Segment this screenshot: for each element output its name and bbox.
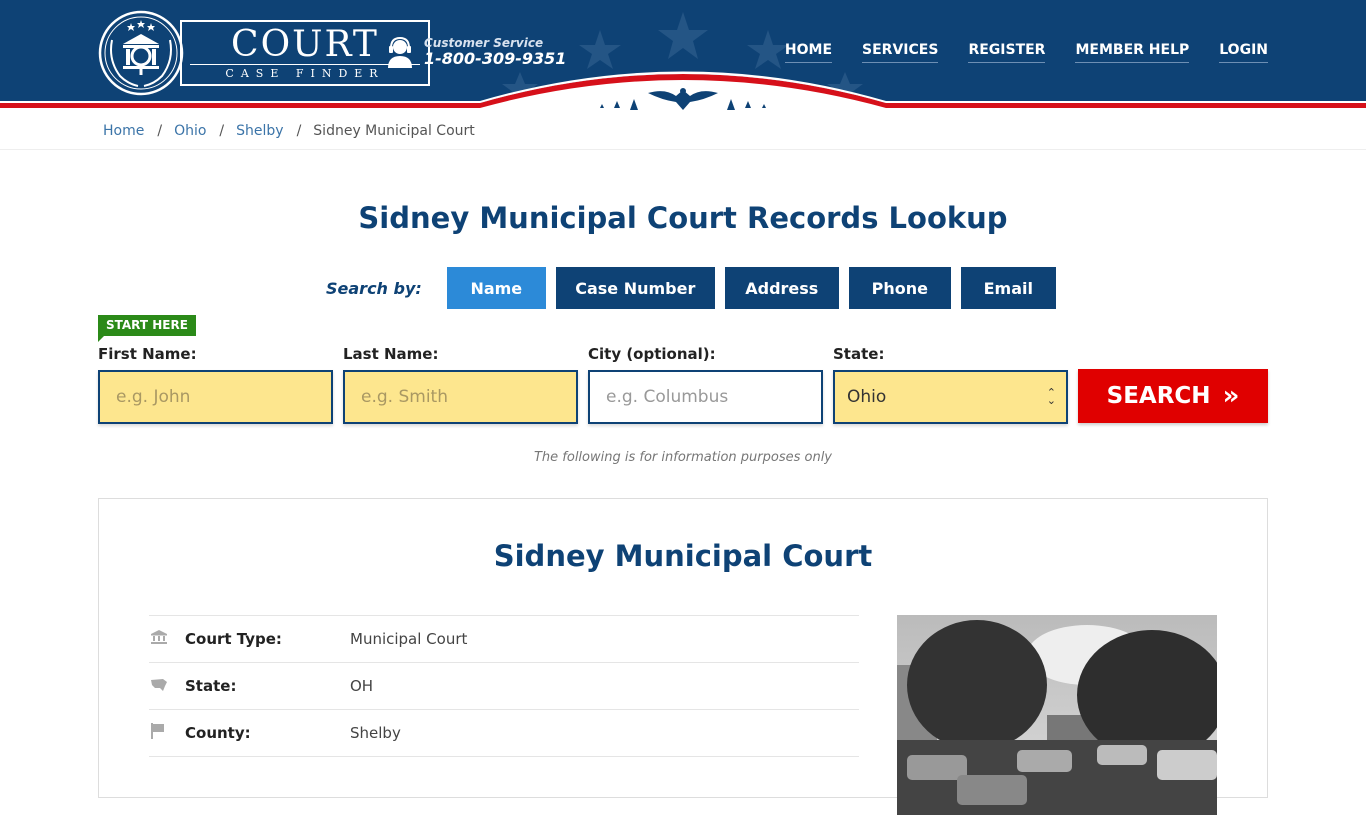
disclaimer: The following is for information purpose… [533, 450, 833, 465]
tab-address[interactable]: Address [724, 267, 839, 309]
state-label: State: [833, 345, 885, 363]
detail-row-county: County: Shelby [149, 709, 859, 756]
star-decoration [747, 30, 789, 69]
breadcrumb-separator: / [157, 122, 163, 139]
detail-row-divider [149, 756, 859, 803]
court-details: Court Type: Municipal Court State: OH Co… [149, 615, 859, 803]
site-logo[interactable]: COURT CASE FINDER [98, 10, 430, 96]
start-here-badge: START HERE [98, 315, 196, 342]
nav-register[interactable]: REGISTER [968, 42, 1046, 63]
first-name-input[interactable]: e.g. John [98, 370, 333, 424]
court-building-photo [897, 615, 1217, 815]
breadcrumb: Home / Ohio / Shelby / Sidney Municipal … [0, 112, 1366, 150]
detail-row-state: State: OH [149, 662, 859, 709]
detail-label: Court Type: [185, 630, 282, 648]
nav-home[interactable]: HOME [784, 42, 833, 63]
search-type-tabs: Search by: Name Case Number Address Phon… [326, 267, 1066, 309]
flag-icon [149, 723, 185, 743]
first-name-field: First Name: e.g. John [98, 345, 333, 424]
detail-value: OH [350, 677, 374, 695]
site-header: COURT CASE FINDER Customer Service 1-800… [0, 0, 1366, 112]
state-select-value: Ohio [847, 387, 887, 407]
detail-value: Shelby [350, 724, 401, 742]
tab-name[interactable]: Name [446, 267, 546, 309]
headset-agent-icon [388, 36, 412, 68]
detail-label: State: [185, 677, 237, 695]
last-name-field: Last Name: e.g. Smith [343, 345, 578, 424]
tab-email[interactable]: Email [960, 267, 1056, 309]
courthouse-icon [149, 630, 185, 648]
breadcrumb-separator: / [296, 122, 302, 139]
main-nav: HOME SERVICES REGISTER MEMBER HELP LOGIN [784, 42, 1268, 63]
court-title: Sidney Municipal Court [493, 539, 873, 573]
detail-label: County: [185, 724, 251, 742]
search-by-label: Search by: [326, 278, 422, 298]
select-updown-icon: ⌃ ⌄ [1046, 386, 1056, 407]
state-field: State: Ohio ⌃ ⌄ [833, 345, 1068, 424]
city-label: City (optional): [588, 345, 716, 363]
search-button-label: SEARCH [1106, 383, 1211, 409]
breadcrumb-current: Sidney Municipal Court [313, 122, 475, 139]
detail-value: Municipal Court [350, 630, 468, 648]
nav-services[interactable]: SERVICES [862, 42, 939, 63]
breadcrumb-separator: / [219, 122, 225, 139]
breadcrumb-shelby[interactable]: Shelby [236, 123, 283, 139]
search-button[interactable]: SEARCH » [1078, 369, 1268, 423]
nav-login[interactable]: LOGIN [1219, 42, 1268, 63]
star-decoration [658, 12, 708, 59]
city-input[interactable]: e.g. Columbus [588, 370, 823, 424]
court-info-card: Sidney Municipal Court Court Type: Munic… [98, 498, 1268, 815]
tab-case-number[interactable]: Case Number [555, 267, 715, 309]
customer-service: Customer Service 1-800-309-9351 [386, 36, 566, 68]
star-decoration [579, 30, 621, 69]
tab-phone[interactable]: Phone [848, 267, 951, 309]
customer-service-label: Customer Service [424, 36, 544, 50]
breadcrumb-ohio[interactable]: Ohio [174, 123, 206, 139]
customer-service-phone[interactable]: 1-800-309-9351 [424, 50, 566, 68]
last-name-label: Last Name: [343, 345, 439, 363]
page-title: Sidney Municipal Court Records Lookup [358, 201, 1008, 235]
double-chevron-right-icon: » [1222, 381, 1240, 411]
first-name-label: First Name: [98, 345, 197, 363]
us-map-icon [149, 677, 185, 695]
city-field: City (optional): e.g. Columbus [588, 345, 823, 424]
breadcrumb-home[interactable]: Home [103, 123, 144, 139]
detail-row-court-type: Court Type: Municipal Court [149, 615, 859, 662]
courthouse-emblem-icon [98, 10, 184, 96]
nav-member-help[interactable]: MEMBER HELP [1075, 42, 1190, 63]
state-select[interactable]: Ohio ⌃ ⌄ [833, 370, 1068, 424]
last-name-input[interactable]: e.g. Smith [343, 370, 578, 424]
